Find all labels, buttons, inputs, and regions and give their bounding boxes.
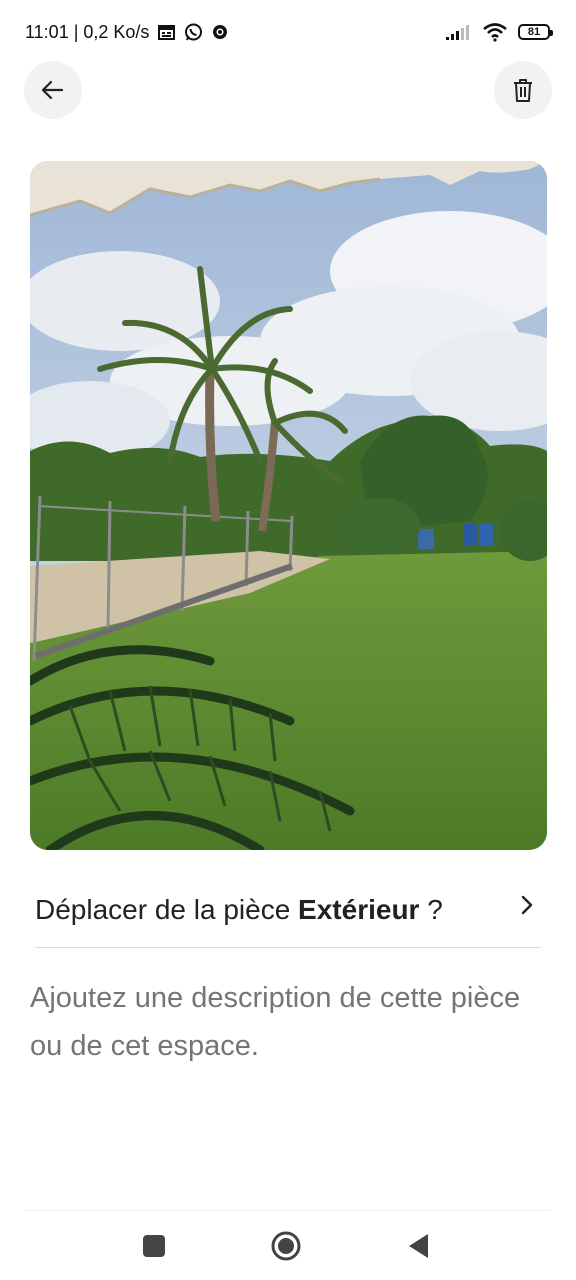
signal-icon [446, 24, 472, 40]
status-right: 81 [446, 22, 553, 42]
battery-icon: 81 [518, 24, 553, 40]
move-room-label: Déplacer de la pièce Extérieur ? [35, 894, 443, 926]
battery-level: 81 [527, 25, 541, 38]
wifi-icon [482, 22, 508, 42]
status-bar: 11:01 | 0,2 Ko/s 81 [0, 0, 576, 64]
home-button[interactable] [268, 1228, 304, 1264]
chevron-right-icon [515, 893, 539, 917]
back-triangle-icon [406, 1233, 430, 1259]
back-button[interactable] [24, 61, 82, 119]
recent-apps-button[interactable] [136, 1228, 172, 1264]
calendar-icon [158, 24, 176, 40]
move-room-name: Extérieur [298, 893, 420, 925]
status-time-speed: 11:01 | 0,2 Ko/s [25, 21, 150, 42]
move-room-suffix: ? [419, 893, 443, 925]
garden-photo-illustration [30, 161, 547, 850]
recent-apps-icon [142, 1234, 166, 1258]
nav-divider [24, 1210, 550, 1211]
move-room-prefix: Déplacer de la pièce [35, 893, 299, 925]
status-left: 11:01 | 0,2 Ko/s [25, 22, 228, 43]
trash-icon [511, 77, 535, 103]
system-back-button[interactable] [400, 1228, 436, 1264]
chrome-icon [212, 24, 228, 40]
home-icon [270, 1230, 302, 1262]
whatsapp-icon [184, 23, 203, 42]
delete-photo-button[interactable] [494, 61, 552, 119]
garden-photo[interactable] [30, 161, 547, 850]
description-input[interactable] [30, 974, 530, 1070]
arrow-left-icon [40, 77, 66, 103]
system-nav-bar [0, 1212, 576, 1280]
move-room-row[interactable]: Déplacer de la pièce Extérieur ? [35, 872, 541, 948]
